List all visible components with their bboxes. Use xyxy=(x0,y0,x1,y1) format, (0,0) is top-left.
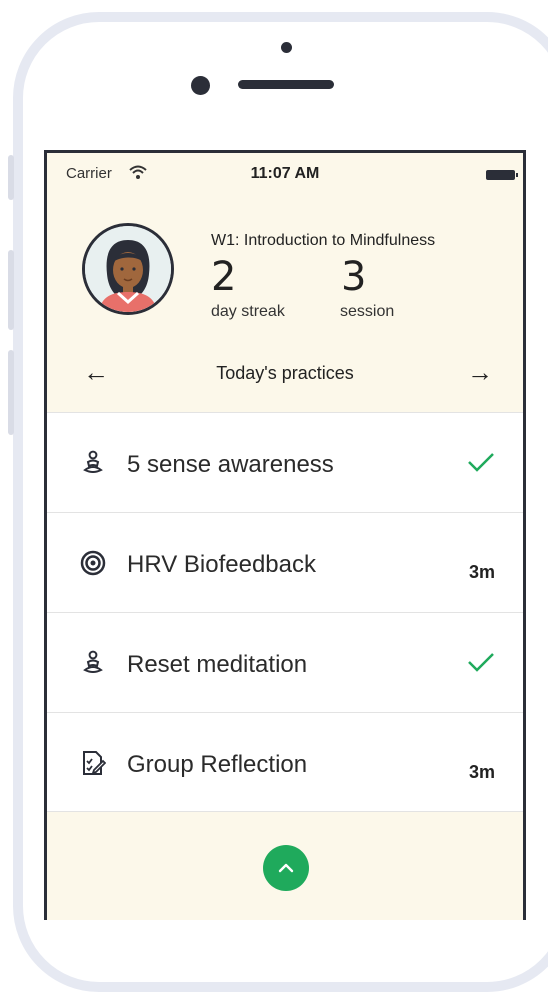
session-label: session xyxy=(340,303,395,320)
practice-item[interactable]: HRV Biofeedback 3m xyxy=(47,512,523,612)
reflection-icon xyxy=(83,751,106,775)
proximity-sensor-icon xyxy=(281,42,292,53)
streak-label: day streak xyxy=(211,303,285,320)
practice-duration: 3m xyxy=(468,762,495,782)
battery-icon xyxy=(486,170,518,180)
practice-label: Group Reflection xyxy=(127,751,308,778)
phone-side-button xyxy=(8,155,14,200)
phone-side-button xyxy=(8,250,14,330)
practice-label: HRV Biofeedback xyxy=(127,551,316,578)
practices-nav: ← Today's practices → xyxy=(47,353,523,393)
expand-up-button[interactable] xyxy=(263,845,309,891)
practice-duration: 3m xyxy=(468,562,495,582)
app-screen: Carrier 11:07 AM W1: Introduction to Min… xyxy=(44,150,526,920)
session-value: 3 xyxy=(341,254,368,300)
practice-label: Reset meditation xyxy=(127,651,308,678)
practice-list: 5 sense awareness HRV Biofeedback 3m Res… xyxy=(47,412,523,812)
status-bar: Carrier 11:07 AM xyxy=(47,153,523,193)
target-icon xyxy=(80,550,106,576)
earpiece-speaker-icon xyxy=(238,80,334,89)
chevron-up-icon xyxy=(278,863,294,873)
practice-item[interactable]: Reset meditation xyxy=(47,612,523,712)
status-time: 11:07 AM xyxy=(250,165,320,182)
phone-side-button xyxy=(8,350,14,435)
streak-value: 2 xyxy=(211,254,238,300)
practice-item[interactable]: 5 sense awareness xyxy=(47,412,523,512)
meditation-icon xyxy=(83,450,103,473)
check-icon xyxy=(468,653,494,672)
next-day-button[interactable]: → xyxy=(467,359,493,385)
front-camera-icon xyxy=(191,76,210,95)
practices-title: Today's practices xyxy=(216,363,354,383)
check-icon xyxy=(468,453,494,472)
avatar[interactable] xyxy=(82,223,174,315)
practice-label: 5 sense awareness xyxy=(127,451,334,478)
practice-item[interactable]: Group Reflection 3m xyxy=(47,712,523,812)
meditation-icon xyxy=(83,650,103,673)
avatar-illustration xyxy=(85,226,171,312)
week-title: W1: Introduction to Mindfulness xyxy=(211,232,436,249)
